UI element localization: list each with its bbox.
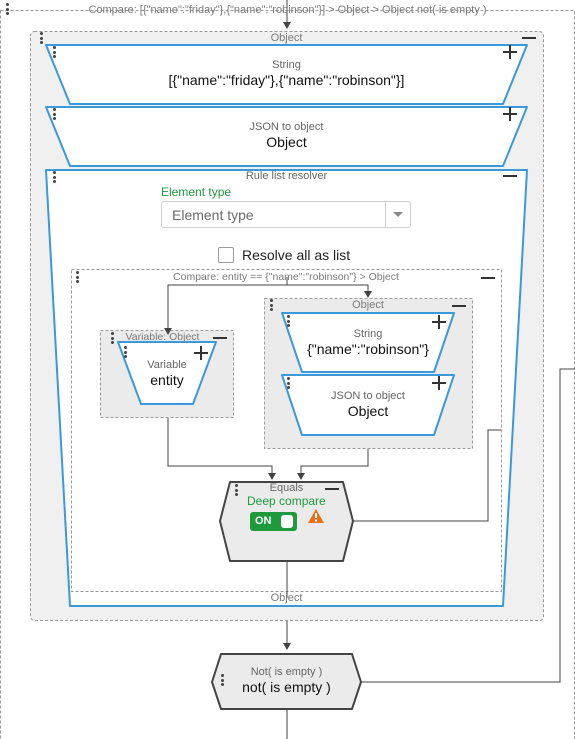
variable-block-plus-icon[interactable] [194,346,208,360]
inner-object-group-minus-icon[interactable] [452,299,466,313]
inner-string-drag-handle-icon[interactable] [287,315,291,329]
warning-icon[interactable] [308,509,324,523]
element-type-divider [385,202,386,227]
inner-json-plus-icon[interactable] [432,376,446,390]
inner-string-plus-icon[interactable] [432,315,446,329]
inner-json-drag-handle-icon[interactable] [287,377,291,391]
element-type-label: Element type [161,185,232,199]
inner-compare-title: Compare: entity == {"name":"robinson"} >… [173,271,399,283]
object-group-footer: Object [270,592,303,604]
inner-object-group-drag-handle-icon[interactable] [270,299,274,313]
toggle-knob [281,515,293,528]
outer-compare-title: Compare: [{"name":"friday"},{"name":"rob… [88,4,487,16]
rule-list-type-label: Rule list resolver [245,170,328,182]
canvas-shapes [0,0,575,739]
json-block-value: Object [266,134,307,150]
variable-block-value[interactable]: entity [118,372,216,388]
element-type-select[interactable]: Element type [161,201,411,228]
json-block-type-label: JSON to object [249,121,324,133]
variable-group-minus-icon[interactable] [213,331,227,345]
not-block-type-label: Not( is empty ) [250,666,323,678]
string-block-value[interactable]: [{"name":"friday"},{"name":"robinson"}] [46,72,527,88]
element-type-placeholder: Element type [172,207,254,223]
inner-string-type-label: String [353,328,383,340]
variable-block-type-label: Variable [147,359,187,371]
inner-object-group-title: Object [352,299,384,311]
resolve-all-label: Resolve all as list [242,247,351,263]
equals-type-label: Equals [269,482,304,494]
string-block-plus-icon[interactable] [503,45,517,59]
resolve-all-checkbox[interactable] [218,247,234,263]
variable-group-title: Variable: Object [125,331,200,343]
inner-json-type-label: JSON to object [331,390,405,402]
object-group-minus-icon[interactable] [522,31,536,45]
variable-block-drag-handle-icon[interactable] [124,346,128,360]
inner-string-value[interactable]: {"name":"robinson"} [282,341,454,357]
chevron-down-icon[interactable] [393,212,403,217]
string-block-drag-handle-icon[interactable] [53,46,57,60]
string-block-type-label: String [272,59,301,71]
deep-compare-label: Deep compare [247,494,326,508]
json-block-drag-handle-icon[interactable] [53,108,57,122]
not-block-value: not( is empty ) [242,679,331,695]
object-group-title: Object [270,32,303,44]
object-group-drag-handle-icon[interactable] [40,32,44,46]
json-block-plus-icon[interactable] [503,107,517,121]
not-block-drag-handle-icon[interactable] [221,674,225,688]
deep-compare-toggle[interactable]: ON [250,512,297,531]
outer-drag-handle-icon[interactable] [6,3,10,17]
toggle-on-label: ON [255,515,272,527]
inner-json-value: Object [347,403,389,419]
